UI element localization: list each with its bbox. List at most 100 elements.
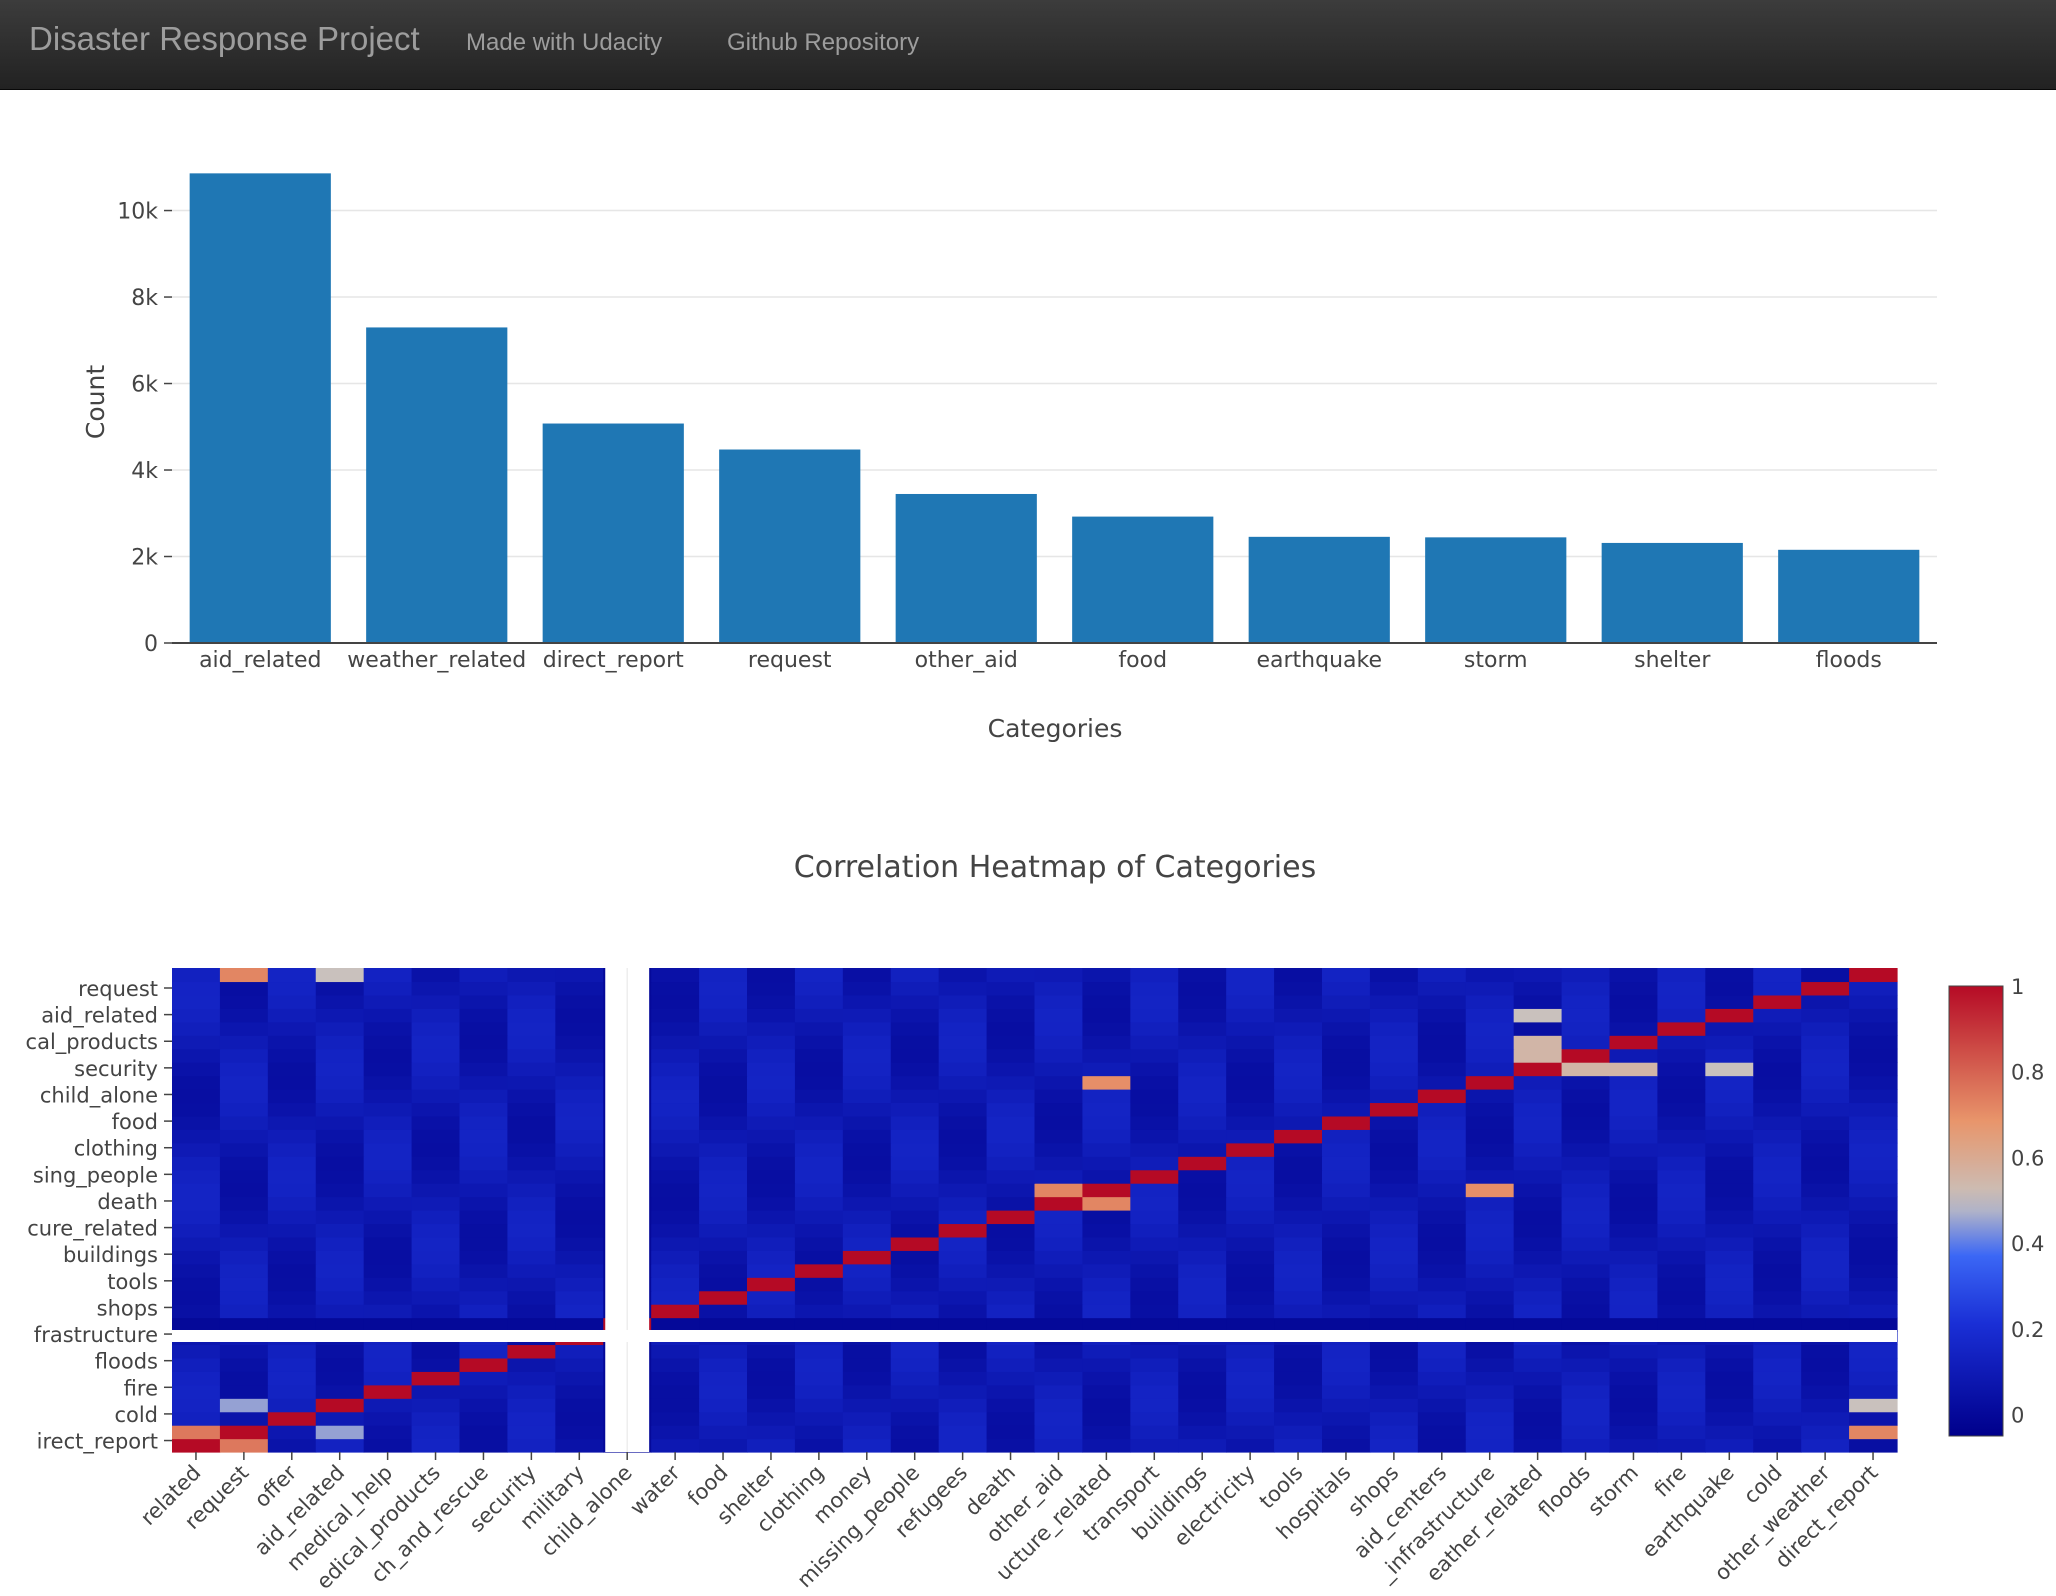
heatmap-cell: [1274, 1317, 1323, 1332]
heatmap-cell: [1226, 1384, 1275, 1399]
colorbar-tick-label: 0.4: [2011, 1232, 2044, 1256]
heatmap-cell: [1705, 1411, 1754, 1426]
heatmap-cell: [1369, 981, 1419, 996]
nav-link-udacity[interactable]: Made with Udacity: [466, 29, 662, 57]
heatmap-cell: [842, 1411, 892, 1426]
heatmap-cell: [507, 1357, 556, 1372]
heatmap-cell: [794, 1075, 844, 1090]
ytick-label: 2k: [131, 546, 158, 571]
heatmap-cell: [1801, 968, 1850, 983]
heatmap-cell: [1753, 1263, 1802, 1278]
heatmap-cell: [363, 1142, 413, 1157]
heatmap-cell: [459, 1277, 509, 1292]
heatmap-cell: [1034, 1156, 1084, 1171]
heatmap-cell: [1130, 1371, 1179, 1386]
heatmap-cell: [1657, 1102, 1706, 1117]
heatmap-cell: [267, 1277, 317, 1292]
heatmap-cell: [699, 1236, 748, 1251]
heatmap-cell: [1753, 968, 1802, 983]
heatmap-cell: [1465, 1169, 1515, 1184]
heatmap-cell: [986, 1089, 1036, 1104]
heatmap-cell: [1274, 1008, 1323, 1023]
heatmap-cell: [1130, 1384, 1179, 1399]
heatmap-cell: [1753, 1384, 1802, 1399]
heatmap-cell: [1753, 1304, 1802, 1319]
heatmap-cell: [651, 1425, 700, 1440]
heatmap-cell: [507, 1035, 556, 1050]
heatmap-cell: [986, 1438, 1036, 1453]
heatmap-cell: [1465, 1196, 1515, 1211]
heatmap-cell: [651, 1115, 700, 1130]
heatmap-cell: [315, 1263, 365, 1278]
heatmap-cell: [1369, 1156, 1419, 1171]
heatmap-cell: [1034, 1169, 1084, 1184]
heatmap-cell: [315, 1169, 365, 1184]
heatmap-cell: [1322, 1089, 1371, 1104]
heatmap-cell: [1513, 968, 1563, 983]
heatmap-cell: [459, 1183, 509, 1198]
heatmap-cell: [1274, 1438, 1323, 1453]
heatmap-cell: [1417, 1277, 1467, 1292]
nav-link-github[interactable]: Github Repository: [727, 29, 919, 57]
heatmap-cell: [842, 1263, 892, 1278]
heatmap-cell: [1034, 994, 1084, 1009]
heatmap-cell: [555, 1411, 604, 1426]
heatmap-cell: [699, 1102, 748, 1117]
heatmap-cell: [1130, 981, 1179, 996]
heatmap-cell: [938, 1236, 988, 1251]
heatmap-cell: [555, 1357, 604, 1372]
heatmap-cell: [1322, 981, 1371, 996]
heatmap-cell: [1178, 1371, 1227, 1386]
heatmap-cell: [1226, 994, 1275, 1009]
heatmap-cell: [1082, 1129, 1131, 1144]
heatmap-cell: [1849, 1210, 1898, 1225]
heatmap-cell: [1513, 1196, 1563, 1211]
heatmap-cell: [411, 981, 461, 996]
heatmap-cell: [1561, 1089, 1611, 1104]
heatmap-cell: [1417, 1371, 1467, 1386]
heatmap-cell: [1082, 1438, 1131, 1453]
heatmap-cell: [1657, 1236, 1706, 1251]
heatmap-cell: [938, 1183, 988, 1198]
heatmap-cell: [555, 1196, 604, 1211]
heatmap-cell: [411, 1317, 461, 1332]
heatmap-ytick-label: floods: [95, 1350, 158, 1374]
heatmap-cell: [1322, 1223, 1371, 1238]
heatmap-cell: [1082, 1048, 1131, 1063]
heatmap-cell: [1657, 1062, 1706, 1077]
brand-link[interactable]: Disaster Response Project: [29, 20, 420, 58]
heatmap-cell: [1609, 994, 1659, 1009]
heatmap-cell: [1417, 1183, 1467, 1198]
bar-aid_related: [189, 173, 331, 643]
heatmap-cell: [1657, 1371, 1706, 1386]
heatmap-cell: [1849, 1169, 1898, 1184]
colorbar-tick-label: 0.6: [2011, 1146, 2044, 1170]
heatmap-cell: [747, 1411, 796, 1426]
heatmap-cell: [363, 1250, 413, 1265]
heatmap-cell: [651, 1196, 700, 1211]
xtick-label: aid_related: [199, 648, 321, 673]
heatmap-cell: [363, 1021, 413, 1036]
heatmap-cell: [1034, 1411, 1084, 1426]
heatmap-cell: [1226, 1425, 1275, 1440]
heatmap-cell: [315, 1021, 365, 1036]
heatmap-cell: [1226, 1169, 1275, 1184]
heatmap-cell: [1705, 1210, 1754, 1225]
heatmap-cell: [699, 1304, 748, 1319]
heatmap-cell: [1753, 1371, 1802, 1386]
heatmap-cell: [1657, 1129, 1706, 1144]
heatmap-cell: [315, 1398, 365, 1413]
heatmap-cell: [1369, 1102, 1419, 1117]
heatmap-cell: [986, 994, 1036, 1009]
heatmap-cell: [1465, 1142, 1515, 1157]
heatmap-cell: [555, 1048, 604, 1063]
heatmap-cell: [1082, 1344, 1131, 1359]
heatmap-cell: [363, 1236, 413, 1251]
heatmap-cell: [1322, 1411, 1371, 1426]
heatmap-cell: [794, 1196, 844, 1211]
colorbar-tick-label: 0: [2011, 1404, 2024, 1428]
heatmap-cell: [1561, 1210, 1611, 1225]
bar-request: [719, 449, 861, 643]
heatmap-cell: [1274, 981, 1323, 996]
heatmap-cell: [267, 1035, 317, 1050]
